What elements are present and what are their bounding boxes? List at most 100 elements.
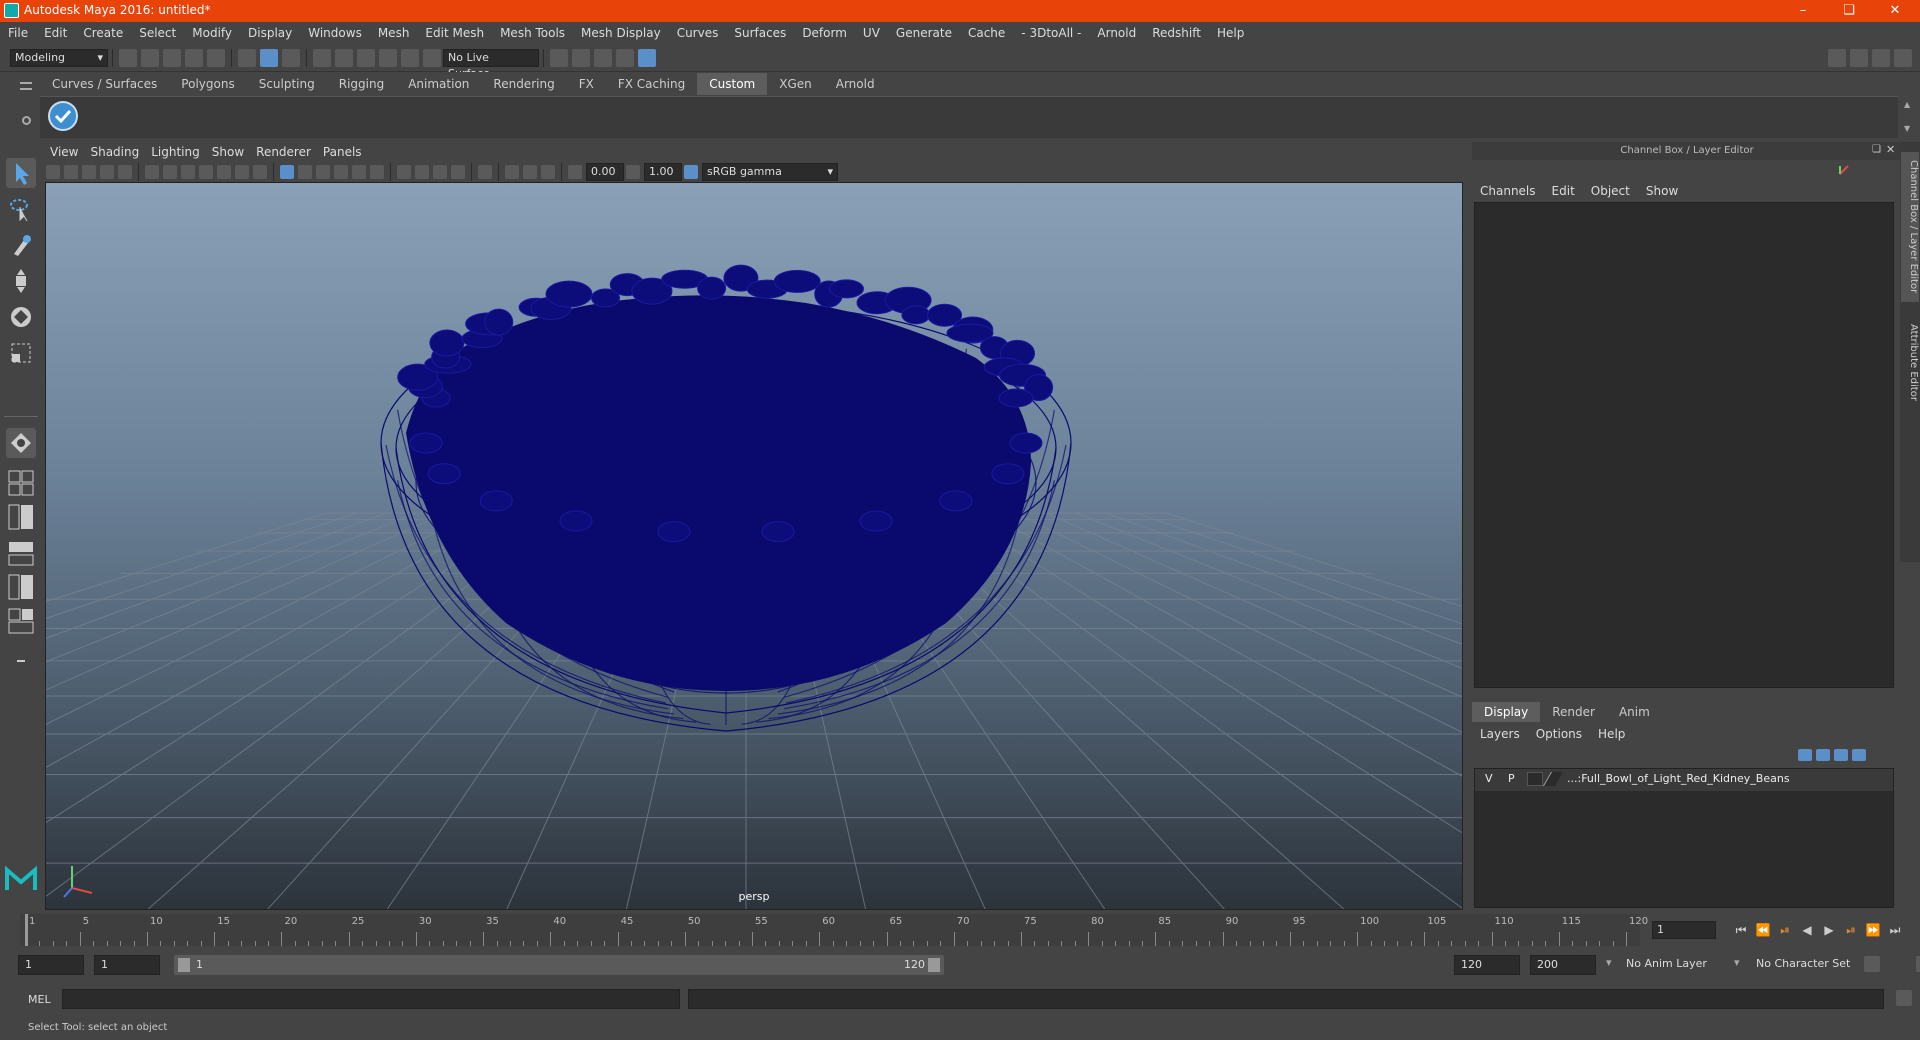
default-material-icon[interactable] <box>316 165 330 179</box>
render-settings-icon[interactable] <box>550 48 568 67</box>
backface-culling-icon[interactable] <box>541 165 555 179</box>
vp-menu-view[interactable]: View <box>44 142 84 162</box>
menu-edit[interactable]: Edit <box>36 22 75 44</box>
rotate-tool-icon[interactable] <box>6 302 36 332</box>
ipr-render-icon[interactable] <box>594 48 612 67</box>
tab-xgen[interactable]: XGen <box>767 73 824 95</box>
layout-icon[interactable] <box>1850 48 1868 67</box>
shadows-icon[interactable] <box>370 165 384 179</box>
tab-display-layers[interactable]: Display <box>1472 702 1541 722</box>
xray-icon[interactable] <box>505 165 519 179</box>
hypershade-icon[interactable] <box>638 48 656 67</box>
toolbox-collapse-icon[interactable] <box>6 646 36 676</box>
step-forward-frame-icon[interactable]: ⏯ <box>1840 923 1862 938</box>
current-frame-field[interactable]: 1 <box>1652 921 1716 939</box>
menu-mesh-tools[interactable]: Mesh Tools <box>492 22 573 44</box>
minimize-button[interactable]: – <box>1780 0 1826 22</box>
isolate-select-icon[interactable] <box>478 165 492 179</box>
animation-start-field[interactable]: 1 <box>18 955 84 975</box>
tab-rendering[interactable]: Rendering <box>481 73 566 95</box>
layer-row[interactable]: V P ...:Full_Bowl_of_Light_Red_Kidney_Be… <box>1475 769 1893 791</box>
float-panel-icon[interactable]: ❏ <box>1872 144 1881 155</box>
range-start-handle[interactable] <box>178 958 190 972</box>
vp-menu-show[interactable]: Show <box>206 142 250 162</box>
render-view-icon[interactable] <box>616 48 634 67</box>
undo-icon[interactable] <box>185 48 203 67</box>
menu-mesh-display[interactable]: Mesh Display <box>573 22 669 44</box>
resolution-gate-icon[interactable] <box>181 165 195 179</box>
save-scene-icon[interactable] <box>163 48 181 67</box>
menu-surfaces[interactable]: Surfaces <box>726 22 794 44</box>
vp-menu-shading[interactable]: Shading <box>84 142 145 162</box>
snap-surface-icon[interactable] <box>401 48 419 67</box>
layer-type-box[interactable] <box>1527 772 1543 786</box>
move-layer-down-icon[interactable] <box>1816 749 1830 761</box>
snap-grid-icon[interactable] <box>313 48 331 67</box>
new-layer-icon[interactable] <box>1834 749 1848 761</box>
playback-start-field[interactable]: 1 <box>94 955 160 975</box>
film-gate-icon[interactable] <box>163 165 177 179</box>
new-layer-selected-icon[interactable] <box>1852 749 1866 761</box>
axis-display-icon[interactable] <box>1838 164 1850 176</box>
le-menu-options[interactable]: Options <box>1528 724 1590 744</box>
scale-tool-icon[interactable] <box>6 338 36 368</box>
show-manipulator-icon[interactable] <box>6 428 36 458</box>
layout-two-panes-icon[interactable] <box>6 502 36 532</box>
snap-curve-icon[interactable] <box>335 48 353 67</box>
select-tool-icon[interactable] <box>6 158 36 188</box>
tab-arnold[interactable]: Arnold <box>824 73 887 95</box>
snap-point-icon[interactable] <box>357 48 375 67</box>
ambient-occlusion-icon[interactable] <box>397 165 411 179</box>
cb-menu-object[interactable]: Object <box>1583 180 1638 202</box>
select-component-icon[interactable] <box>282 48 300 67</box>
textured-icon[interactable] <box>334 165 348 179</box>
script-editor-icon[interactable] <box>1896 990 1912 1006</box>
vp-menu-panels[interactable]: Panels <box>317 142 368 162</box>
preferences-icon[interactable] <box>1915 956 1920 972</box>
le-menu-layers[interactable]: Layers <box>1472 724 1528 744</box>
tab-fx-caching[interactable]: FX Caching <box>606 73 697 95</box>
select-hierarchy-icon[interactable] <box>238 48 256 67</box>
menu-modify[interactable]: Modify <box>184 22 240 44</box>
gamma-field[interactable]: 1.00 <box>644 163 682 181</box>
grid-toggle-icon[interactable] <box>145 165 159 179</box>
time-slider[interactable]: 1 5 10 15 20 25 30 35 40 45 50 55 60 65 70 75 80 85 90 95 10… <box>20 914 1648 946</box>
restore-button[interactable]: ❏ <box>1826 0 1872 22</box>
menu-mesh[interactable]: Mesh <box>370 22 418 44</box>
gamma-icon[interactable] <box>626 165 640 179</box>
tab-rigging[interactable]: Rigging <box>327 73 396 95</box>
color-management-icon[interactable] <box>684 165 698 179</box>
image-plane-icon[interactable] <box>100 165 114 179</box>
menu-uv[interactable]: UV <box>855 22 888 44</box>
shelf-scroll[interactable]: ▲ ▼ <box>1898 96 1920 138</box>
menu-edit-mesh[interactable]: Edit Mesh <box>417 22 492 44</box>
workspace-icon[interactable] <box>1828 48 1846 67</box>
lasso-tool-icon[interactable] <box>6 194 36 224</box>
layer-name[interactable]: ...:Full_Bowl_of_Light_Red_Kidney_Beans <box>1567 772 1790 785</box>
close-panel-icon[interactable]: ✕ <box>1886 143 1895 156</box>
new-scene-icon[interactable] <box>119 48 137 67</box>
tab-curves-surfaces[interactable]: Curves / Surfaces <box>40 73 169 95</box>
step-back-key-icon[interactable]: ⏪ <box>1752 923 1774 937</box>
play-backward-icon[interactable]: ◀ <box>1796 923 1818 937</box>
menu-deform[interactable]: Deform <box>794 22 855 44</box>
menu-help[interactable]: Help <box>1209 22 1252 44</box>
close-button[interactable]: ✕ <box>1872 0 1918 22</box>
safe-title-icon[interactable] <box>253 165 267 179</box>
menu-3dtoall[interactable]: - 3DtoAll - <box>1013 22 1089 44</box>
make-live-icon[interactable] <box>423 48 441 67</box>
current-time-indicator[interactable] <box>25 914 28 946</box>
command-language-label[interactable]: MEL <box>28 993 51 1006</box>
range-end-handle[interactable] <box>928 958 940 972</box>
le-menu-help[interactable]: Help <box>1590 724 1633 744</box>
live-surface-field[interactable]: No Live Surface <box>443 48 539 80</box>
select-object-icon[interactable] <box>260 48 278 67</box>
mode-dropdown[interactable]: Modeling ▾ <box>10 48 108 67</box>
depth-of-field-icon[interactable] <box>451 165 465 179</box>
step-forward-key-icon[interactable]: ⏩ <box>1862 923 1884 937</box>
menu-generate[interactable]: Generate <box>888 22 960 44</box>
cb-menu-channels[interactable]: Channels <box>1472 180 1544 202</box>
colorspace-dropdown[interactable]: sRGB gamma ▾ <box>702 163 838 181</box>
layer-playback-toggle[interactable]: P <box>1508 772 1515 785</box>
layer-color-swatch[interactable] <box>1542 772 1564 786</box>
